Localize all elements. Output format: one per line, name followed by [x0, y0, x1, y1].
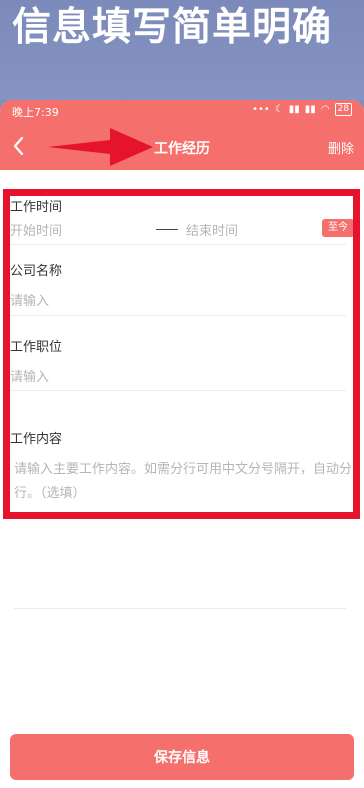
moon-icon: ☾	[274, 104, 284, 115]
promo-banner: 信息填写简单明确	[0, 0, 364, 100]
range-separator	[156, 229, 178, 230]
signal-icon-2: ▮▮	[304, 104, 316, 115]
company-input[interactable]: 请输入	[10, 290, 49, 309]
status-bar: 晚上7:39 ••• ☾ ▮▮ ▮▮ ◠ 28	[0, 100, 364, 122]
status-time: 晚上7:39	[12, 106, 59, 119]
end-time-field[interactable]: 结束时间	[186, 220, 238, 239]
status-icons: ••• ☾ ▮▮ ▮▮ ◠ 28	[252, 103, 352, 116]
position-label: 工作职位	[10, 340, 63, 355]
phone-screen: 晚上7:39 ••• ☾ ▮▮ ▮▮ ◠ 28 工作经历 删除 工作时间 开始时…	[0, 100, 364, 788]
save-button[interactable]: 保存信息	[10, 734, 354, 780]
dots-icon: •••	[252, 104, 270, 115]
battery-icon: 28	[334, 103, 352, 116]
divider	[10, 244, 346, 245]
work-time-label: 工作时间	[10, 200, 63, 215]
start-time-field[interactable]: 开始时间	[10, 220, 62, 239]
company-label: 公司名称	[10, 264, 63, 279]
wifi-icon: ◠	[320, 104, 330, 115]
promo-title: 信息填写简单明确	[12, 5, 333, 50]
to-now-button[interactable]: 至今	[322, 219, 354, 237]
signal-icon: ▮▮	[288, 104, 300, 115]
content-label: 工作内容	[10, 432, 63, 447]
delete-button[interactable]: 删除	[328, 138, 354, 157]
position-input[interactable]: 请输入	[10, 366, 49, 385]
divider	[14, 608, 346, 609]
divider	[10, 315, 346, 316]
divider	[10, 390, 346, 391]
content-textarea[interactable]: 请输入主要工作内容。如需分行可用中文分号隔开，自动分行。（选填）	[14, 458, 352, 506]
annotation-arrow-icon	[48, 128, 153, 166]
